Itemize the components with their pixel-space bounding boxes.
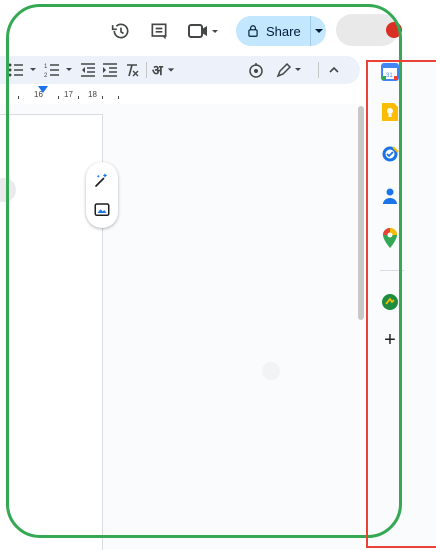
annotation-green-box: [6, 4, 402, 538]
annotation-red-box: [366, 60, 436, 548]
